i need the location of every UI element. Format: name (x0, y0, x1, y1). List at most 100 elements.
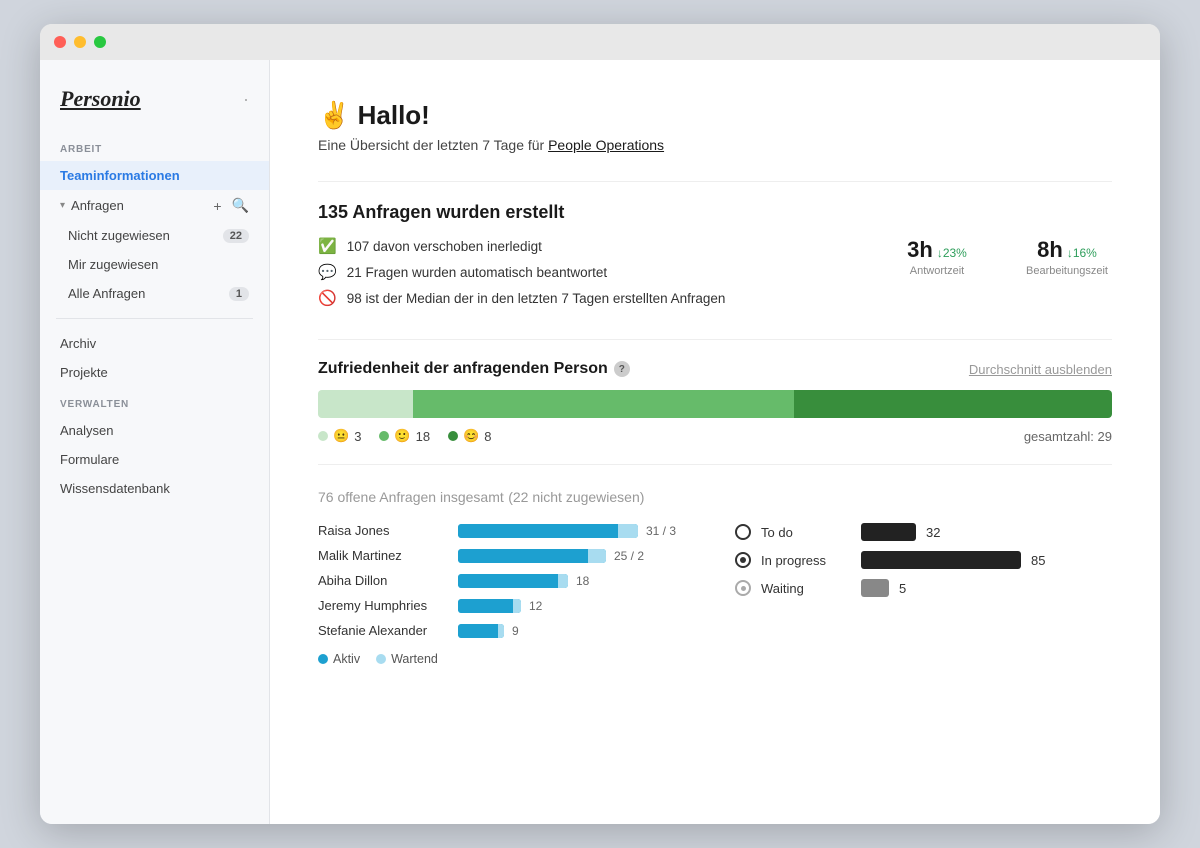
todo-count: 32 (926, 525, 950, 540)
sidebar-item-label: Teaminformationen (60, 168, 180, 183)
person-row: Abiha Dillon 18 (318, 573, 695, 588)
legend-emoji-0: 😐 (333, 428, 349, 444)
sat-bar-light (318, 390, 413, 418)
legend-emoji-1: 🙂 (394, 428, 410, 444)
maximize-button[interactable] (94, 36, 106, 48)
people-operations-link[interactable]: People Operations (548, 137, 664, 153)
antwortzeit-value: 3h (907, 237, 933, 263)
divider-3 (318, 464, 1112, 465)
legend-label-aktiv: Aktiv (333, 652, 360, 666)
waiting-icon (735, 580, 751, 596)
greeting-title: ✌️ Hallo! (318, 100, 1112, 131)
sidebar-item-archiv[interactable]: Archiv (40, 329, 269, 358)
sidebar-item-wissensdatenbank[interactable]: Wissensdatenbank (40, 474, 269, 503)
close-button[interactable] (54, 36, 66, 48)
legend-item-2: 😊 8 (448, 428, 491, 444)
antwortzeit-label: Antwortzeit (910, 265, 964, 277)
sidebar-item-formulare[interactable]: Formulare (40, 445, 269, 474)
todo-icon (735, 524, 751, 540)
sidebar-item-label: Projekte (60, 365, 108, 380)
bar-active (458, 599, 513, 613)
main-content: ✌️ Hallo! Eine Übersicht der letzten 7 T… (270, 60, 1160, 824)
divider-2 (318, 339, 1112, 340)
app-window: Personio · ARBEIT Teaminformationen ▾ An… (40, 24, 1160, 824)
open-requests-section: 76 offene Anfragen insgesamt (22 nicht z… (318, 489, 1112, 666)
satisfaction-legend: 😐 3 🙂 18 😊 8 (318, 428, 1112, 444)
sidebar-item-label: Alle Anfragen (68, 286, 145, 301)
sidebar-logo: Personio · (40, 76, 269, 132)
person-name: Raisa Jones (318, 523, 448, 538)
bar-num: 25 / 2 (614, 549, 644, 563)
add-anfragen-button[interactable]: + (213, 198, 221, 214)
sidebar-item-label: Analysen (60, 423, 113, 438)
satisfaction-title: Zufriedenheit der anfragenden Person ? (318, 360, 630, 378)
section-label-arbeit: ARBEIT (40, 132, 269, 161)
satisfaction-bar (318, 390, 1112, 418)
bar-active (458, 574, 558, 588)
bar-num: 12 (529, 599, 542, 613)
sidebar-item-analysen[interactable]: Analysen (40, 416, 269, 445)
greeting-section: ✌️ Hallo! Eine Übersicht der letzten 7 T… (318, 100, 1112, 153)
bearbeitungszeit-label: Bearbeitungszeit (1026, 265, 1108, 277)
bar-waiting (558, 574, 568, 588)
bar-active (458, 549, 588, 563)
sidebar-item-nicht-zugewiesen[interactable]: Nicht zugewiesen 22 (40, 221, 269, 250)
sidebar-item-label: Wissensdatenbank (60, 481, 170, 496)
hide-average-link[interactable]: Durchschnitt ausblenden (969, 362, 1112, 377)
sidebar-item-alle-anfragen[interactable]: Alle Anfragen 1 (40, 279, 269, 308)
legend-dot-dark (448, 431, 458, 441)
logo-text: Personio (60, 86, 141, 112)
legend-count-2: 8 (484, 429, 491, 444)
stat-item-1: 💬 21 Fragen wurden automatisch beantwort… (318, 263, 852, 281)
open-requests-grid: Raisa Jones 31 / 3 Malik Mart (318, 523, 1112, 666)
bar-num: 9 (512, 624, 519, 638)
person-bar (458, 624, 504, 638)
status-label-waiting: Waiting (761, 581, 851, 596)
status-row-waiting: Waiting 5 (735, 579, 1112, 597)
legend-emoji-2: 😊 (463, 428, 479, 444)
antwortzeit-change: ↓23% (937, 246, 967, 260)
legend-circle-aktiv (318, 654, 328, 664)
status-row-inprogress: In progress 85 (735, 551, 1112, 569)
help-icon[interactable]: ? (614, 361, 630, 377)
people-list: Raisa Jones 31 / 3 Malik Mart (318, 523, 695, 666)
inprogress-bar (861, 551, 1021, 569)
legend-label-wartend: Wartend (391, 652, 438, 666)
stat-text: 107 davon verschoben inerledigt (347, 239, 542, 254)
person-row: Raisa Jones 31 / 3 (318, 523, 695, 538)
sidebar-item-label: Nicht zugewiesen (68, 228, 170, 243)
legend-circle-wartend (376, 654, 386, 664)
minimize-button[interactable] (74, 36, 86, 48)
sidebar-item-mir-zugewiesen[interactable]: Mir zugewiesen (40, 250, 269, 279)
status-label-inprogress: In progress (761, 553, 851, 568)
sidebar-item-label: Anfragen (71, 198, 124, 213)
sidebar-item-label: Archiv (60, 336, 96, 351)
sidebar-item-anfragen[interactable]: ▾ Anfragen + 🔍 (40, 190, 269, 221)
todo-bar (861, 523, 916, 541)
greeting-emoji: ✌️ (318, 100, 350, 130)
person-name: Jeremy Humphries (318, 598, 448, 613)
nicht-zugewiesen-badge: 22 (223, 229, 249, 243)
legend-dot-mid (379, 431, 389, 441)
bar-num: 18 (576, 574, 589, 588)
sidebar-item-projekte[interactable]: Projekte (40, 358, 269, 387)
sidebar-item-label: Mir zugewiesen (68, 257, 158, 272)
bearbeitungszeit-metric: 8h ↓16% Bearbeitungszeit (1022, 237, 1112, 277)
stats-list: ✅ 107 davon verschoben inerledigt 💬 21 F… (318, 237, 852, 315)
total-anfragen-label: 135 Anfragen wurden erstellt (318, 202, 1112, 223)
stat-text: 98 ist der Median der in den letzten 7 T… (347, 291, 726, 306)
legend-count-1: 18 (416, 429, 430, 444)
person-row: Malik Martinez 25 / 2 (318, 548, 695, 563)
bearbeitungszeit-change: ↓16% (1067, 246, 1097, 260)
sidebar-item-teaminformationen[interactable]: Teaminformationen (40, 161, 269, 190)
bar-waiting (588, 549, 606, 563)
legend-count-0: 3 (354, 429, 361, 444)
person-name: Abiha Dillon (318, 573, 448, 588)
alle-anfragen-badge: 1 (229, 287, 249, 301)
checkmark-icon: ✅ (318, 237, 337, 255)
satisfaction-header: Zufriedenheit der anfragenden Person ? D… (318, 360, 1112, 378)
person-name: Malik Martinez (318, 548, 448, 563)
search-anfragen-button[interactable]: 🔍 (232, 197, 249, 214)
bar-waiting (618, 524, 638, 538)
waiting-bar (861, 579, 889, 597)
